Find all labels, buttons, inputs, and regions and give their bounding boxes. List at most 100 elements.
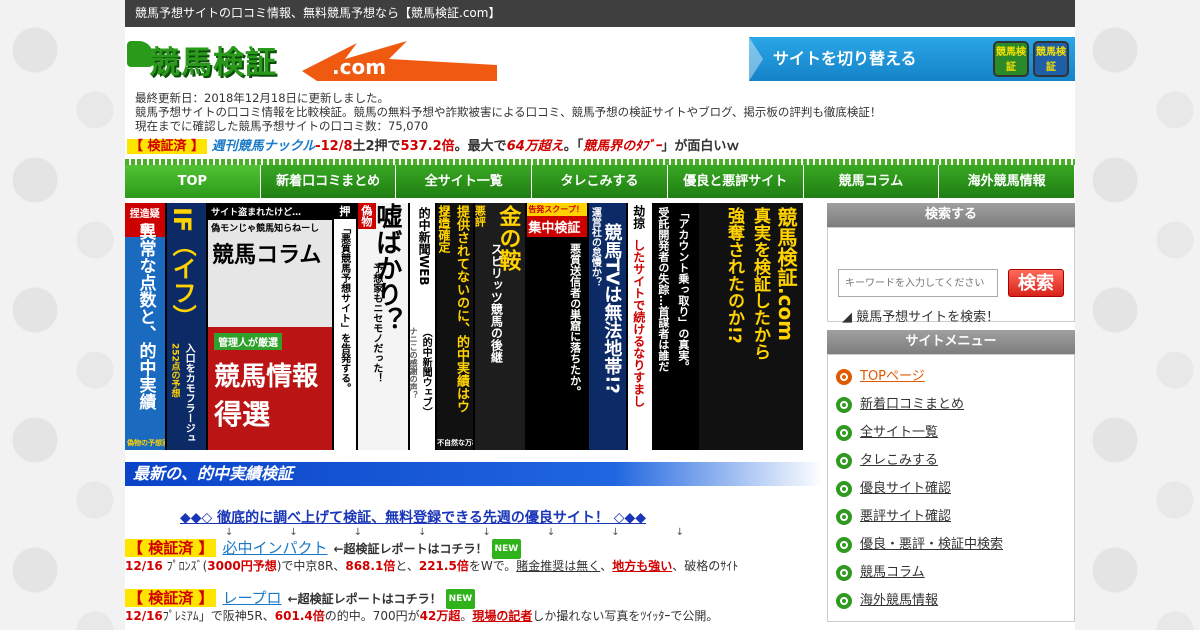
logo-domain: .com bbox=[332, 55, 387, 79]
report-note: ←超検証レポートはコチラ！ bbox=[333, 542, 488, 556]
site-link[interactable]: レープロ bbox=[222, 589, 281, 607]
menu-item-label: 優良・悪評・検証中検索 bbox=[860, 537, 1004, 552]
banner-text: 偽物の予想家 bbox=[127, 439, 167, 447]
last-updated: 最終更新日：2018年12月18日に更新しました。 bbox=[135, 91, 390, 105]
site-logo[interactable]: 競馬検証 .com bbox=[127, 37, 497, 81]
verified-badge: 【 検証済 】 bbox=[125, 539, 217, 557]
site-menu: TOPページ 新着口コミまとめ 全サイト一覧 タレこみする 優良サイト確認 悪評… bbox=[827, 354, 1075, 622]
power-icon bbox=[836, 425, 852, 441]
banner-account-hijack[interactable]: 受託開発者の失踪…首謀者は誰だ 「アカウント乗っ取り」の真実。 bbox=[653, 203, 699, 450]
menu-item-tip-off[interactable]: タレこみする bbox=[836, 447, 1074, 475]
entry-underline: 賭金推奨は無く bbox=[516, 559, 601, 573]
site-switch-label: サイトを切り替える bbox=[773, 49, 917, 68]
site-switch-button[interactable]: サイトを切り替える 競馬検証 競馬検証 bbox=[749, 37, 1075, 81]
banner-text: 告発スクープ！ bbox=[527, 203, 587, 216]
banner-keiba-tv[interactable]: 運営社の怠慢か？ 競馬TVは無法地帯!? bbox=[588, 203, 629, 450]
site-tagline: 競馬予想サイトの口コミ情報、無料競馬予想なら【競馬検証.com】 bbox=[135, 6, 501, 20]
menu-item-label: TOPページ bbox=[860, 369, 925, 384]
search-panel: 検索 ◢ 競馬予想サイトを検索！ bbox=[827, 227, 1075, 325]
entry-text: ﾌﾟﾛﾝｽﾞ( bbox=[166, 559, 208, 573]
down-arrows: ↓↓↓↓↓↓↓↓ bbox=[225, 527, 741, 538]
page: 競馬予想サイトの口コミ情報、無料競馬予想なら【競馬検証.com】 競馬検証 .c… bbox=[125, 0, 1075, 630]
banner-collage: 捏造疑惑 異常な点数と、的中実績 偽物の予想家 IF（イフ） 入口をカモフラージ… bbox=[125, 203, 803, 450]
search-link-label: 競馬予想サイトを検索！ bbox=[856, 310, 1000, 325]
banner-text: 競馬情報 bbox=[214, 362, 319, 392]
ticker-text: 。最大で bbox=[454, 139, 507, 154]
menu-item-search-all[interactable]: 優良・悪評・検証中検索 bbox=[836, 531, 1074, 559]
ticker-site-name[interactable]: 週刊競馬ナックル bbox=[212, 139, 316, 154]
menu-item-bad-sites[interactable]: 悪評サイト確認 bbox=[836, 503, 1074, 531]
entry-underline: 地方も強い bbox=[612, 559, 673, 573]
banner-text: IF（イフ） bbox=[168, 207, 197, 329]
sidebar: 検索する 検索 ◢ 競馬予想サイトを検索！ サイトメニュー TOPページ 新着口… bbox=[827, 203, 1075, 622]
banner-text: 競馬TVは無法地帯!? bbox=[601, 223, 623, 394]
search-button[interactable]: 検索 bbox=[1008, 269, 1064, 297]
entry-text: 、破格のｻｲﾄ bbox=[672, 559, 739, 573]
banner-scoop[interactable]: 告発スクープ！ 集中検証 悪質送信者の巣窟に落ちたか。 bbox=[527, 203, 589, 450]
banner-text: したサイトで続けるなりすまし bbox=[631, 239, 646, 407]
power-icon bbox=[836, 565, 852, 581]
verified-badge: 【 検証済 】 bbox=[127, 139, 208, 154]
entry-text: 、 bbox=[600, 559, 613, 573]
search-heading: 検索する bbox=[827, 203, 1075, 227]
banner-text: 不自然な万札 bbox=[437, 439, 475, 447]
nav-good-bad-sites[interactable]: 優良と悪評サイト bbox=[667, 165, 804, 198]
banner-tekichu[interactable]: 的中新聞WEB （的中新聞ウェブ） ナニこの感謝の声？ bbox=[409, 203, 438, 450]
banner-impersonation[interactable]: 劫掠 したサイトで続けるなりすまし bbox=[628, 203, 654, 450]
promo-heading[interactable]: ◆◆◇ 徹底的に調べ上げて検証、無料登録できる先週の優良サイト！ ◇◆◆ bbox=[180, 507, 646, 527]
nav-overseas[interactable]: 海外競馬情報 bbox=[939, 165, 1075, 198]
banner-text: 押 bbox=[334, 203, 356, 219]
power-icon bbox=[836, 481, 852, 497]
banner-text: 「悪質競馬予想サイト」を告発する。 bbox=[338, 223, 350, 393]
menu-item-label: 新着口コミまとめ bbox=[860, 397, 965, 412]
nav-tip-off[interactable]: タレこみする bbox=[532, 165, 668, 198]
news-ticker[interactable]: 【 検証済 】 週刊競馬ナックル-12/8土2押で537.2倍。最大で64万超え… bbox=[125, 137, 1075, 157]
switch-site-logo-blue[interactable]: 競馬検証 bbox=[1033, 41, 1069, 77]
result-entry: 【 検証済 】レープロ ←超検証レポートはコチラ！ NEW 12/16ﾌﾟﾚﾐｱﾑ」… bbox=[125, 588, 823, 624]
banner-text: ナニこの感謝の声？ bbox=[409, 327, 419, 399]
site-description: 競馬予想サイトの口コミ情報を比較検証。競馬の無料予想や詐欺被害による口コミ、競馬… bbox=[135, 105, 882, 119]
site-link[interactable]: 必中インパクト bbox=[222, 539, 327, 557]
entry-odds: 601.4倍 bbox=[274, 609, 325, 623]
update-info: 最終更新日：2018年12月18日に更新しました。 競馬予想サイトの口コミ情報を… bbox=[125, 87, 1075, 133]
banner-accuse[interactable]: 押 「悪質競馬予想サイト」を告発する。 bbox=[334, 203, 358, 450]
signal-icon: ◢ bbox=[842, 310, 852, 325]
banner-column[interactable]: サイト盗まれたけど… 偽モンじゃ競馬知らねーし 競馬コラム 管理人が厳選 競馬情… bbox=[208, 203, 335, 450]
menu-item-top[interactable]: TOPページ bbox=[836, 363, 1074, 391]
menu-item-new-reviews[interactable]: 新着口コミまとめ bbox=[836, 391, 1074, 419]
banner-if[interactable]: IF（イフ） 入口をカモフラージュ 252点の予想 bbox=[166, 203, 209, 450]
nav-new-reviews[interactable]: 新着口コミまとめ bbox=[260, 165, 397, 198]
banner-text: サイト盗まれたけど… bbox=[208, 203, 333, 220]
entry-text: をWで。 bbox=[468, 559, 517, 573]
menu-item-good-sites[interactable]: 優良サイト確認 bbox=[836, 475, 1074, 503]
banner-text: （的中新聞ウェブ） bbox=[420, 327, 432, 417]
menu-item-overseas[interactable]: 海外競馬情報 bbox=[836, 587, 1074, 615]
entry-highlight: 3000円予想 bbox=[207, 559, 277, 573]
menu-item-label: 全サイト一覧 bbox=[860, 425, 939, 440]
entry-date: 12/16 bbox=[125, 609, 163, 623]
banner-text: 入口をカモフラージュ bbox=[183, 343, 195, 443]
menu-item-label: タレこみする bbox=[860, 453, 939, 468]
verified-badge: 【 検証済 】 bbox=[125, 589, 217, 607]
menu-item-label: 優良サイト確認 bbox=[860, 481, 952, 496]
menu-item-all-sites[interactable]: 全サイト一覧 bbox=[836, 419, 1074, 447]
ticker-payout: 64万超え bbox=[506, 139, 564, 154]
entry-text: しか撮れない写真をﾂｲｯﾀｰで公開。 bbox=[532, 609, 719, 623]
banner-kin-no-kura[interactable]: 悪評 スピリッツ競馬の後継 金の鞍 bbox=[475, 203, 528, 450]
banner-lies[interactable]: 偽物 嘘ばかり？ 予想家もニセモノだった！ bbox=[357, 203, 410, 450]
site-tagline-bar: 競馬予想サイトの口コミ情報、無料競馬予想なら【競馬検証.com】 bbox=[125, 0, 1075, 27]
nav-top[interactable]: TOP bbox=[125, 165, 261, 198]
report-note: ←超検証レポートはコチラ！ bbox=[287, 592, 442, 606]
nav-column[interactable]: 競馬コラム bbox=[803, 165, 940, 198]
search-link[interactable]: ◢ 競馬予想サイトを検索！ bbox=[842, 306, 999, 325]
banner-text: 劫掠 bbox=[631, 205, 646, 229]
banner-keibakensho[interactable]: 強奪されたのか!? 真実を検証したから 競馬検証.com bbox=[698, 203, 803, 450]
switch-site-logo-green[interactable]: 競馬検証 bbox=[993, 41, 1029, 77]
banner-fabrication[interactable]: 捏造疑惑 異常な点数と、的中実績 偽物の予想家 bbox=[125, 203, 167, 450]
banner-fake-results[interactable]: 捏造確定 提供されてないのに、的中実績はウソ!! 不自然な万札 bbox=[437, 203, 475, 450]
banner-text: 提供されてないのに、的中実績はウソ!! bbox=[437, 205, 469, 413]
nav-all-sites[interactable]: 全サイト一覧 bbox=[396, 165, 533, 198]
menu-item-label: 悪評サイト確認 bbox=[860, 509, 952, 524]
search-input[interactable] bbox=[838, 269, 998, 297]
menu-item-column[interactable]: 競馬コラム bbox=[836, 559, 1074, 587]
